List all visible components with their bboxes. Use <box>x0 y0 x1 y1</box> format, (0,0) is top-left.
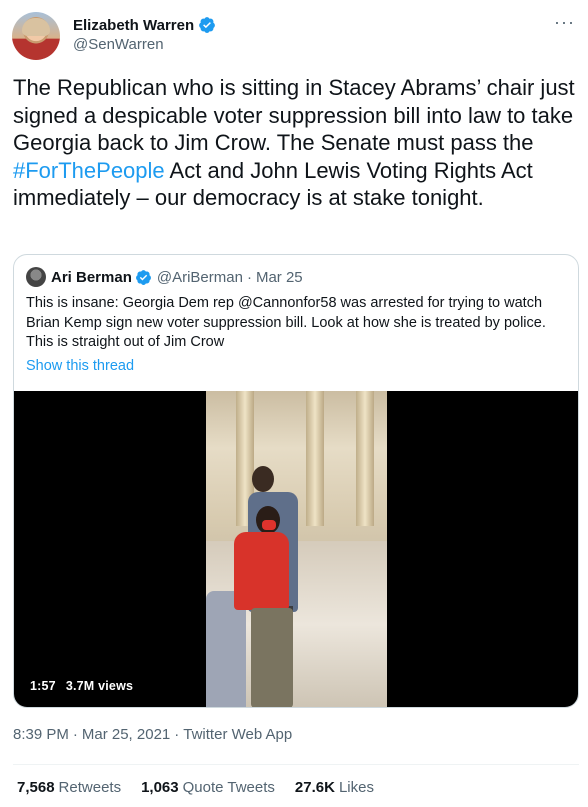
show-thread-link[interactable]: Show this thread <box>26 358 134 374</box>
quoted-author-avatar[interactable] <box>26 267 46 287</box>
likes-label: Likes <box>338 779 374 796</box>
divider <box>13 764 579 765</box>
video-frame <box>206 391 387 707</box>
quoted-tweet-header: Ari Berman @AriBerman · Mar 25 <box>26 267 303 287</box>
retweets-count: 7,568 <box>17 779 55 796</box>
video-views: 3.7M views <box>65 679 134 693</box>
tweet-date[interactable]: Mar 25, 2021 <box>82 726 170 743</box>
tweet-meta: 8:39 PM · Mar 25, 2021 · Twitter Web App <box>13 726 292 743</box>
engagement-stats: 7,568 Retweets 1,063 Quote Tweets 27.6K Lik… <box>17 779 394 796</box>
quoted-date[interactable]: Mar 25 <box>256 269 303 286</box>
meta-separator: · <box>72 726 78 743</box>
quote-tweets-stat[interactable]: 1,063 Quote Tweets <box>141 779 275 796</box>
video-player[interactable]: 1:57 3.7M views <box>14 391 578 707</box>
verified-badge-icon <box>199 17 216 33</box>
quoted-author-display-name[interactable]: Ari Berman <box>51 269 132 286</box>
quoted-tweet-text: This is insane: Georgia Dem rep @Cannonf… <box>26 295 546 350</box>
tweet-source[interactable]: Twitter Web App <box>183 726 292 743</box>
author-avatar[interactable] <box>12 12 60 60</box>
more-options-icon[interactable]: ··· <box>554 13 574 36</box>
quoted-verified-badge-icon <box>135 269 151 285</box>
column-decor <box>306 391 324 526</box>
author-name-row: Elizabeth Warren <box>73 14 216 36</box>
likes-stat[interactable]: 27.6K Likes <box>295 779 374 796</box>
tweet-header: Elizabeth Warren @SenWarren ··· <box>12 10 578 62</box>
author-handle[interactable]: @SenWarren <box>73 36 164 53</box>
quoted-separator: · <box>246 268 252 286</box>
retweets-stat[interactable]: 7,568 Retweets <box>17 779 121 796</box>
video-duration: 1:57 <box>30 679 56 693</box>
column-decor <box>356 391 374 526</box>
tweet-text-part-1: The Republican who is sitting in Stacey … <box>13 75 575 155</box>
woman-figure <box>226 496 293 707</box>
tweet-text: The Republican who is sitting in Stacey … <box>13 74 579 212</box>
author-display-name[interactable]: Elizabeth Warren <box>73 17 194 34</box>
quote-tweets-label: Quote Tweets <box>182 779 275 796</box>
quoted-author-handle[interactable]: @AriBerman <box>157 269 243 286</box>
retweets-label: Retweets <box>58 779 122 796</box>
quoted-tweet[interactable]: Ari Berman @AriBerman · Mar 25 This is i… <box>13 254 579 708</box>
video-stats: 1:57 3.7M views <box>30 679 133 693</box>
quote-tweets-count: 1,063 <box>141 779 179 796</box>
hashtag-link[interactable]: #ForThePeople <box>13 158 165 183</box>
meta-separator: · <box>174 726 180 743</box>
likes-count: 27.6K <box>294 779 335 796</box>
tweet-time[interactable]: 8:39 PM <box>13 726 69 743</box>
